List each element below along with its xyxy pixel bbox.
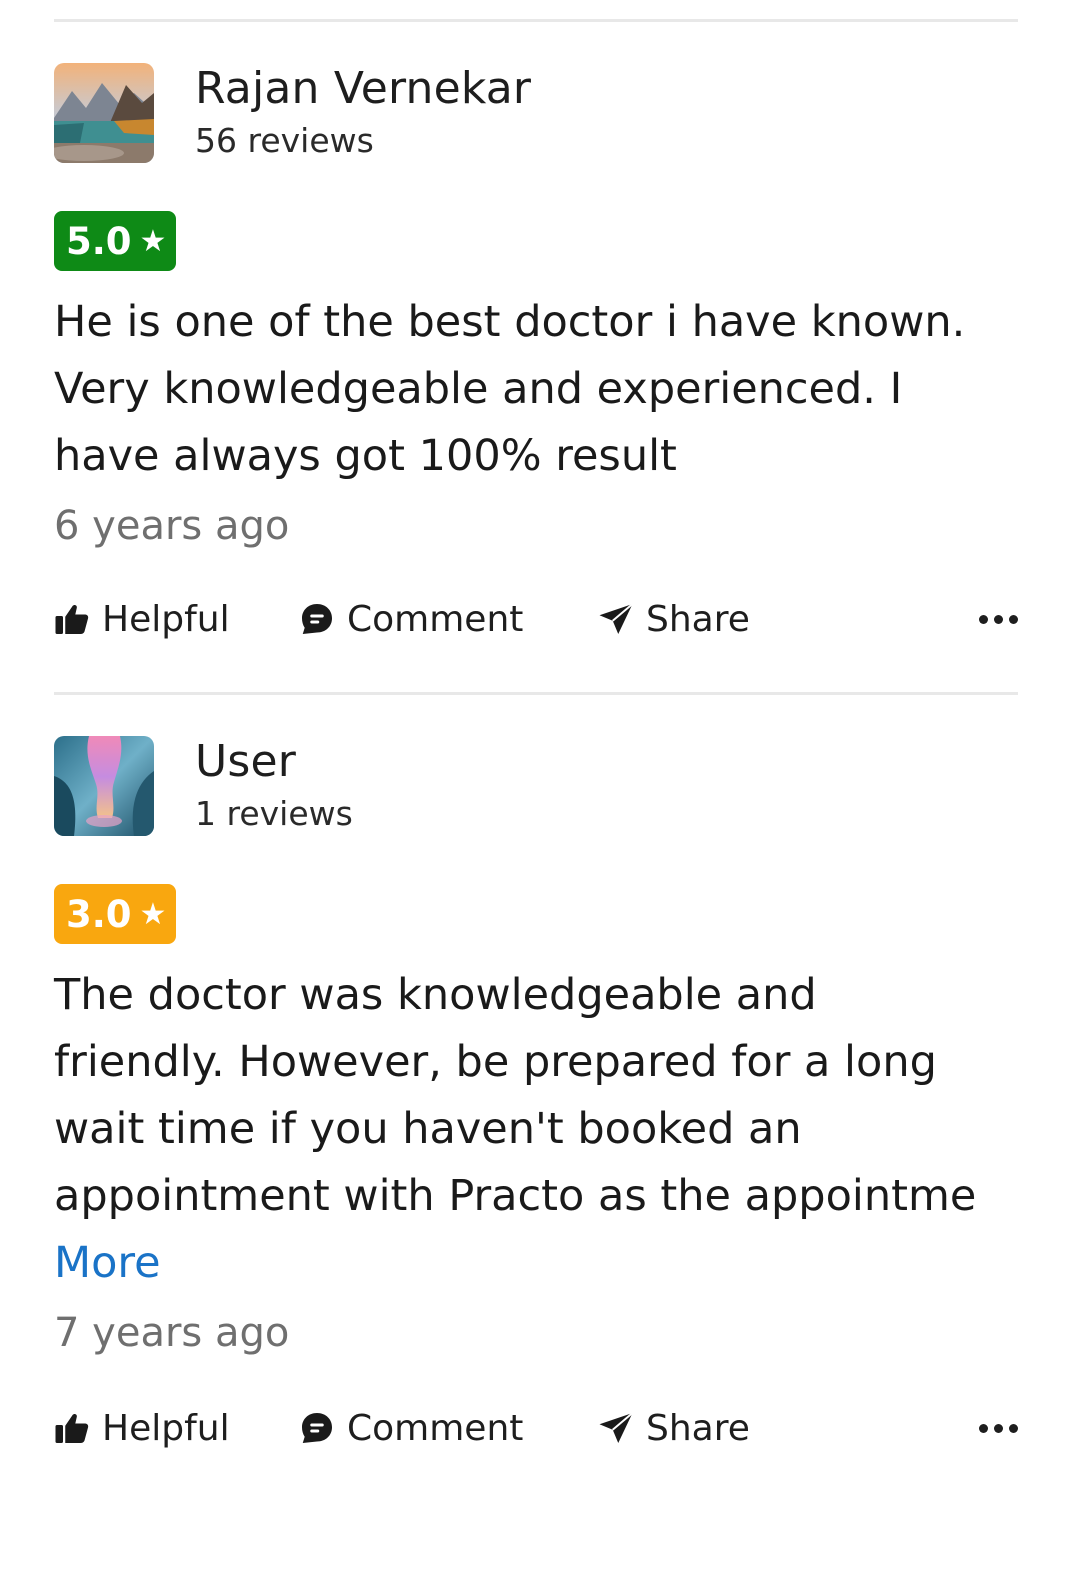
review-count: 56 reviews xyxy=(195,121,374,160)
comment-bubble-icon xyxy=(302,604,332,634)
comment-button[interactable]: Comment xyxy=(299,1403,523,1453)
share-button[interactable]: Share xyxy=(598,1403,750,1453)
user-name[interactable]: Rajan Vernekar xyxy=(195,63,531,115)
review-header: User 1 reviews xyxy=(54,736,1018,836)
review-actions: Helpful Comment Share xyxy=(54,1403,1018,1453)
rating-badge: 3.0 ★ xyxy=(54,884,177,944)
user-name[interactable]: User xyxy=(195,736,353,788)
share-label: Share xyxy=(646,598,750,640)
user-meta: User 1 reviews xyxy=(195,736,353,834)
share-button[interactable]: Share xyxy=(598,594,750,644)
rating-value: 5.0 xyxy=(66,219,132,263)
review-time: 6 years ago xyxy=(54,503,290,549)
reviews-page: Rajan Vernekar 56 reviews 5.0 ★ He is on… xyxy=(0,0,1080,1580)
share-label: Share xyxy=(646,1407,750,1449)
comment-label: Comment xyxy=(347,1407,524,1449)
review-text: He is one of the best doctor i have know… xyxy=(54,297,966,481)
thumbs-up-icon xyxy=(55,604,89,634)
user-meta: Rajan Vernekar 56 reviews xyxy=(195,63,531,161)
avatar[interactable] xyxy=(54,63,154,163)
helpful-label: Helpful xyxy=(102,598,230,640)
review-count: 1 reviews xyxy=(195,794,353,833)
rating-value: 3.0 xyxy=(66,892,132,936)
comment-bubble-icon xyxy=(302,1413,332,1443)
star-icon: ★ xyxy=(139,223,167,259)
review-actions: Helpful Comment Share xyxy=(54,594,1018,644)
more-link[interactable]: More xyxy=(54,1230,1018,1297)
review-card: Rajan Vernekar 56 reviews 5.0 ★ He is on… xyxy=(54,63,1018,644)
comment-button[interactable]: Comment xyxy=(299,594,523,644)
thumbs-up-icon xyxy=(55,1413,89,1443)
paper-plane-icon xyxy=(599,603,634,634)
helpful-button[interactable]: Helpful xyxy=(54,594,230,644)
paper-plane-icon xyxy=(599,1412,634,1443)
review-header: Rajan Vernekar 56 reviews xyxy=(54,63,1018,163)
divider xyxy=(54,692,1018,695)
avatar[interactable] xyxy=(54,736,154,836)
more-dots-icon[interactable] xyxy=(979,1403,1018,1453)
divider xyxy=(54,19,1018,22)
helpful-label: Helpful xyxy=(102,1407,230,1449)
review-card: User 1 reviews 3.0 ★ The doctor was know… xyxy=(54,736,1018,1453)
more-dots-icon[interactable] xyxy=(979,594,1018,644)
review-text: The doctor was knowledgeable and friendl… xyxy=(54,970,977,1221)
comment-label: Comment xyxy=(347,598,524,640)
star-icon: ★ xyxy=(139,896,167,932)
review-time: 7 years ago xyxy=(54,1310,290,1356)
rating-badge: 5.0 ★ xyxy=(54,211,177,271)
helpful-button[interactable]: Helpful xyxy=(54,1403,230,1453)
